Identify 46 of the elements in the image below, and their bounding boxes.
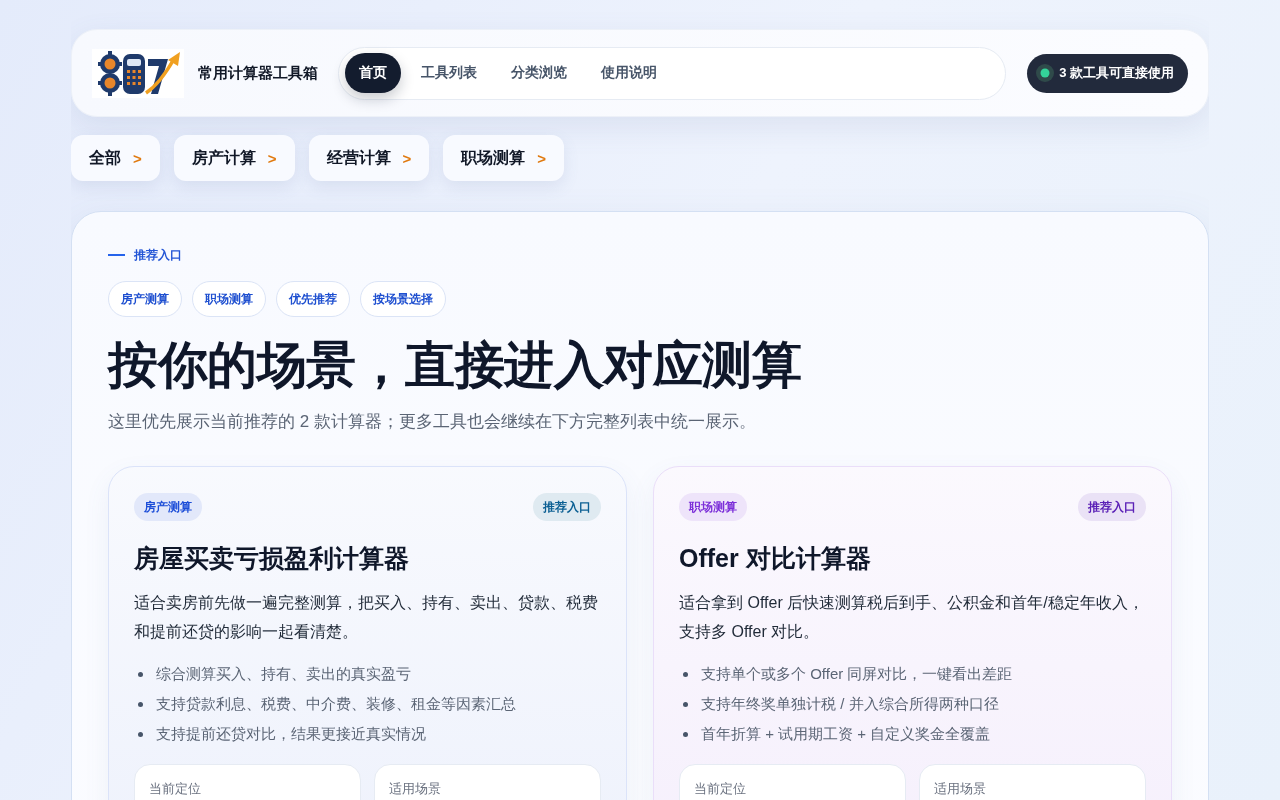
bullet-icon [683,671,688,677]
feature-text: 综合测算买入、持有、卖出的真实盈亏 [156,664,411,684]
topic-tag: 按场景选择 [360,281,446,317]
card-description: 适合拿到 Offer 后快速测算税后到手、公积金和首年/稳定年收入，支持多 Offer 对比。 [679,593,1145,642]
bullet-icon [138,731,143,737]
hero-heading: 按你的场景，直接进入对应测算 [108,336,802,395]
topic-tag: 职场测算 [192,281,266,317]
category-chip[interactable]: 房产计算 > [173,135,295,181]
topic-tag: 房产测算 [108,281,182,317]
calculator-card[interactable]: 职场测算 推荐入口 Offer 对比计算器 适合拿到 Offer 后快速测算税后到手、公积金和首年/稳定年收入，支持多 Offer 对比。 支持单个或多个 Offer 同屏对比，一键看出差距 支持年终奖单独计税 / 并入综合所得两种口径 首年折算 + 试用期工资 + 自定义奖金全覆盖 当前定位 适用场景 [653,466,1172,800]
status-dot-icon [1036,64,1055,82]
card-description: 适合卖房前先做一遍完整测算，把买入、持有、卖出、贷款、税费和提前还贷的影响一起看清楚。 [134,593,599,642]
info-label: 当前定位 [149,781,201,796]
nav-tab[interactable]: 工具列表 [407,53,491,93]
bullet-icon [138,701,143,707]
category-chip[interactable]: 经营计算 > [308,135,430,181]
calculator-card[interactable]: 房产测算 推荐入口 房屋买卖亏损盈利计算器 适合卖房前先做一遍完整测算，把买入、持有、卖出、贷款、税费和提前还贷的影响一起看清楚。 综合测算买入、持有、卖出的真实盈亏 支持贷款利息、税费、中介费、装修、租金等因素汇总 支持提前还贷对比，结果更接近真实情况 当前定位 适用场景 [108,466,627,800]
nav-tab[interactable]: 首页 [345,53,401,93]
logo-icon [92,48,184,98]
recommend-badge: 推荐入口 [533,493,601,521]
feature-text: 支持贷款利息、税费、中介费、装修、租金等因素汇总 [156,694,516,714]
bullet-icon [683,731,688,737]
section-eyebrow: 推荐入口 [134,246,182,264]
category-tag: 房产测算 [134,493,202,521]
bullet-icon [683,701,688,707]
feature-text: 支持提前还贷对比，结果更接近真实情况 [156,724,426,744]
bullet-icon [138,671,143,677]
info-label: 适用场景 [389,781,441,796]
feature-text: 支持年终奖单独计税 / 并入综合所得两种口径 [701,694,999,714]
status-text: 3 款工具可直接使用 [1059,64,1174,82]
category-tag: 职场测算 [679,493,747,521]
nav-tab[interactable]: 分类浏览 [497,53,581,93]
feature-text: 首年折算 + 试用期工资 + 自定义奖金全覆盖 [701,724,991,744]
site-title: 常用计算器工具箱 [198,63,318,83]
card-title: 房屋买卖亏损盈利计算器 [134,543,410,574]
info-label: 当前定位 [694,781,746,796]
feature-text: 支持单个或多个 Offer 同屏对比，一键看出差距 [701,664,1013,684]
recommend-badge: 推荐入口 [1078,493,1146,521]
hero-subtitle: 这里优先展示当前推荐的 2 款计算器；更多工具也会继续在下方完整列表中统一展示。 [108,411,757,433]
accent-rule [108,254,125,256]
category-chip[interactable]: 全部 > [71,135,160,181]
category-chip[interactable]: 职场测算 > [443,135,565,181]
card-title: Offer 对比计算器 [679,543,872,574]
topic-tag: 优先推荐 [276,281,350,317]
nav-tab[interactable]: 使用说明 [587,53,671,93]
info-label: 适用场景 [934,781,986,796]
